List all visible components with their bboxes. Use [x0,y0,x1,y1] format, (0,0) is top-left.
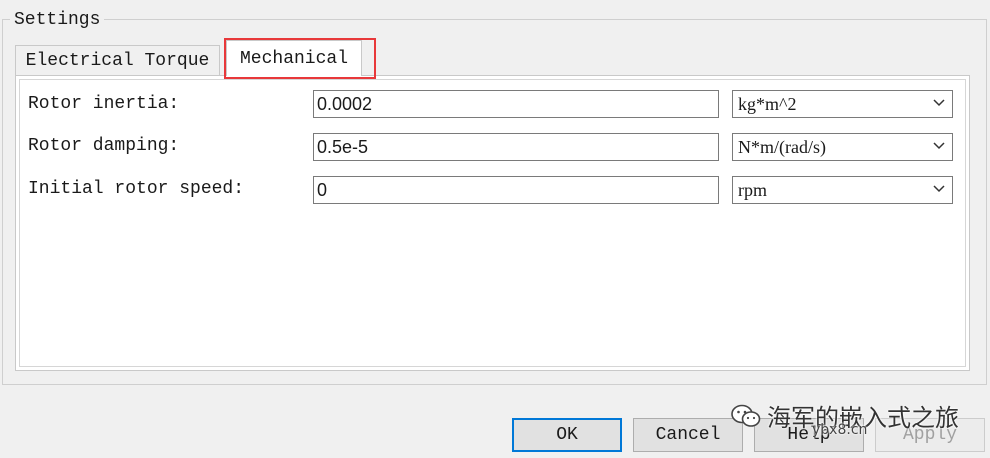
tab-mechanical[interactable]: Mechanical [226,40,362,76]
ok-button[interactable]: OK [512,418,622,452]
wechat-icon [731,404,761,427]
rotor-inertia-unit-select[interactable]: kg*m^2 [732,90,953,118]
initial-rotor-speed-unit-select[interactable]: rpm [732,176,953,204]
rotor-damping-input[interactable]: 0.5e-5 [313,133,719,161]
settings-title: Settings [10,9,105,31]
mechanical-panel [15,75,970,371]
watermark-subtext: ybx8.cn [812,422,868,438]
chevron-down-icon [933,185,945,193]
tab-electrical-torque[interactable]: Electrical Torque [15,45,220,75]
rotor-damping-unit-value: N*m/(rad/s) [738,137,826,157]
rotor-inertia-input[interactable]: 0.0002 [313,90,719,118]
chevron-down-icon [933,99,945,107]
cancel-button[interactable]: Cancel [633,418,743,452]
rotor-inertia-unit-value: kg*m^2 [738,94,797,114]
rotor-inertia-label: Rotor inertia: [28,94,180,114]
initial-rotor-speed-input[interactable]: 0 [313,176,719,204]
initial-rotor-speed-label: Initial rotor speed: [28,179,245,199]
rotor-damping-unit-select[interactable]: N*m/(rad/s) [732,133,953,161]
chevron-down-icon [933,142,945,150]
panel-border [19,79,966,367]
rotor-damping-label: Rotor damping: [28,136,180,156]
initial-rotor-speed-unit-value: rpm [738,180,767,200]
